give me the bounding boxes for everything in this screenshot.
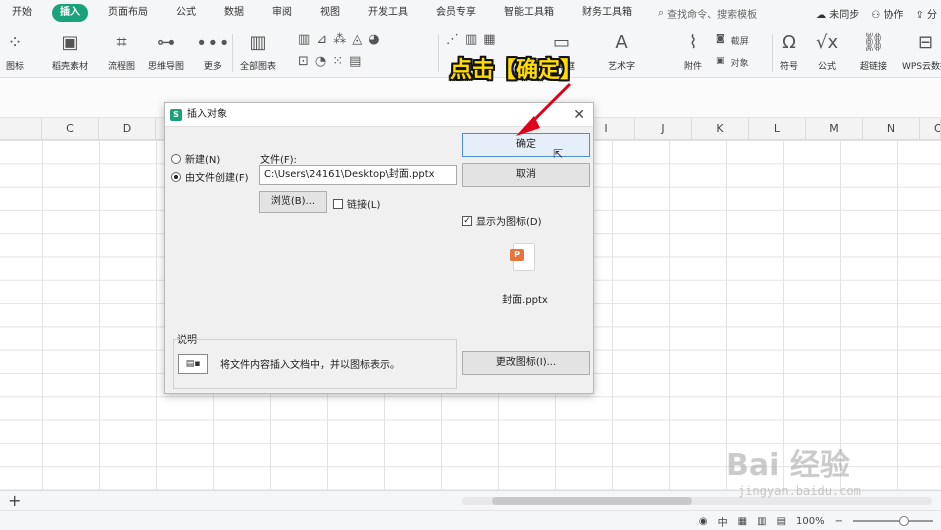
watermark-url: jingyan.baidu.com <box>738 484 861 498</box>
app-window: 开始 插入 页面布局 公式 数据 审阅 视图 开发工具 会员专享 智能工具箱 财… <box>0 0 941 530</box>
watermark-brand: Bai 经验 <box>726 448 850 483</box>
baidu-watermark: Bai 经验 jingyan.baidu.com <box>726 440 936 510</box>
